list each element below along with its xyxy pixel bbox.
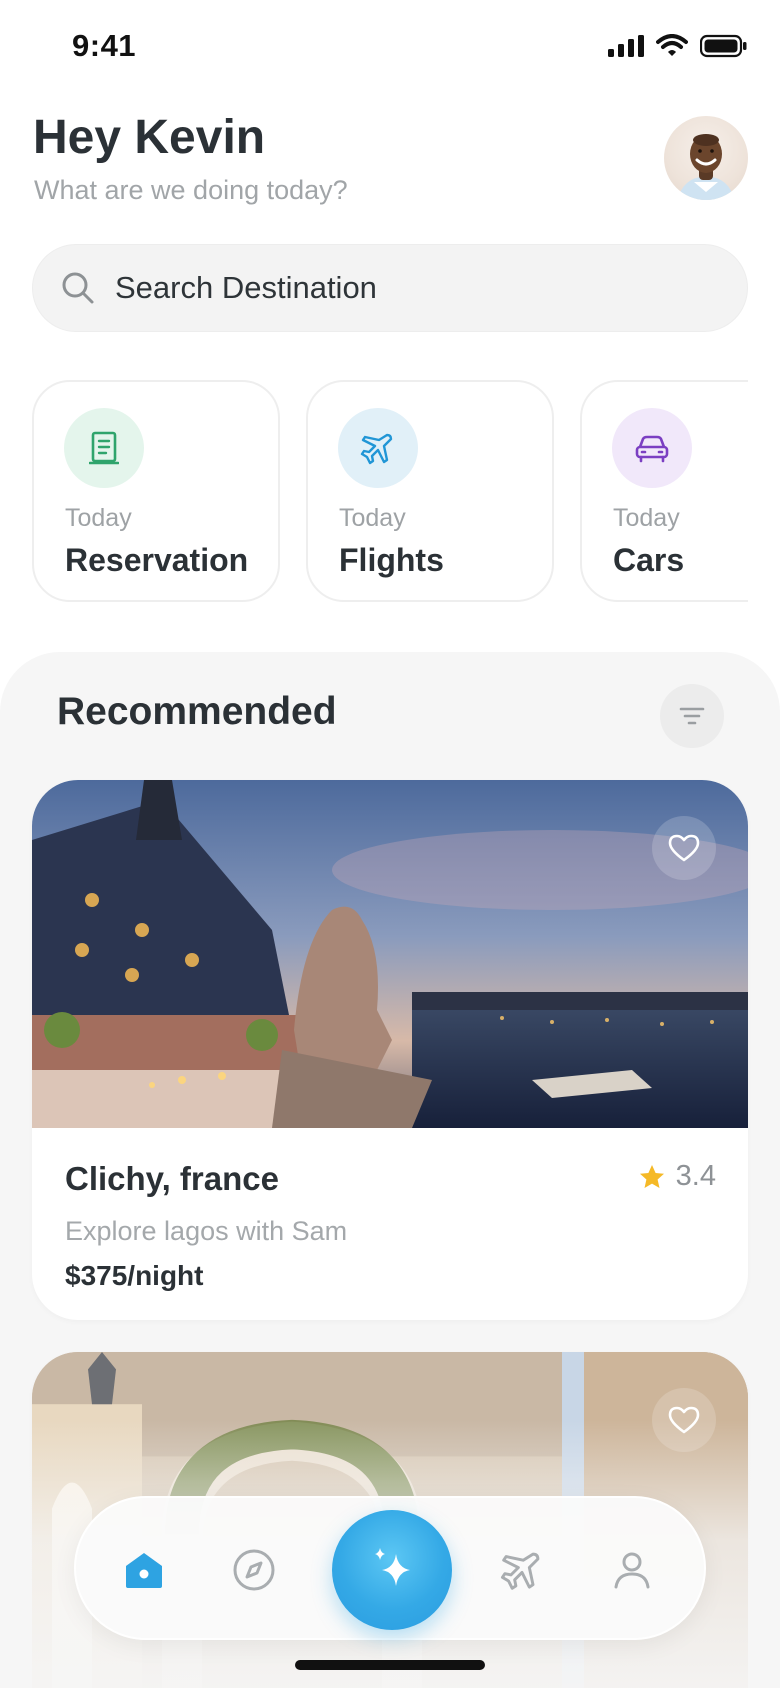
flights-icon-badge bbox=[338, 408, 418, 488]
greeting-title: Hey Kevin bbox=[33, 111, 266, 164]
bottom-nav bbox=[74, 1496, 706, 1640]
nav-explore[interactable] bbox=[226, 1542, 282, 1598]
destination-price: $375/night bbox=[65, 1260, 204, 1291]
category-row[interactable]: Today Reservation Today Flights Today Ca… bbox=[32, 380, 748, 604]
greeting-subtitle: What are we doing today? bbox=[34, 175, 348, 205]
category-label: Reservation bbox=[65, 542, 249, 578]
destination-description: Explore lagos with Sam bbox=[65, 1216, 348, 1246]
compass-icon bbox=[233, 1549, 275, 1591]
category-label: Cars bbox=[613, 542, 685, 578]
status-time: 9:41 bbox=[72, 28, 137, 63]
destination-photo bbox=[32, 780, 748, 1128]
profile-icon bbox=[614, 1552, 650, 1589]
document-icon bbox=[89, 431, 119, 465]
avatar[interactable] bbox=[664, 116, 748, 200]
nav-profile[interactable] bbox=[604, 1542, 660, 1598]
category-when: Today bbox=[339, 504, 406, 532]
reservation-icon-badge bbox=[64, 408, 144, 488]
heart-icon bbox=[668, 834, 700, 862]
home-indicator bbox=[295, 1660, 485, 1670]
category-when: Today bbox=[65, 504, 132, 532]
recommended-title: Recommended bbox=[57, 690, 337, 733]
filter-icon bbox=[679, 707, 705, 725]
plane-icon bbox=[360, 433, 393, 465]
destination-name: Clichy, france bbox=[65, 1160, 279, 1197]
car-icon bbox=[635, 435, 669, 463]
search-bar[interactable]: Search Destination bbox=[32, 244, 748, 332]
favorite-button[interactable] bbox=[652, 816, 716, 880]
nav-ai-button[interactable] bbox=[332, 1510, 452, 1630]
category-label: Flights bbox=[339, 542, 444, 578]
battery-icon bbox=[700, 34, 747, 58]
nav-flights[interactable] bbox=[494, 1542, 550, 1598]
status-bar: 9:41 bbox=[0, 0, 780, 92]
rating-value: 3.4 bbox=[675, 1160, 716, 1192]
category-card-cars[interactable]: Today Cars bbox=[580, 380, 748, 602]
search-input[interactable]: Search Destination bbox=[115, 270, 377, 306]
cars-icon-badge bbox=[612, 408, 692, 488]
signal-icon bbox=[608, 35, 644, 57]
avatar-portrait-icon bbox=[678, 134, 734, 200]
wifi-icon bbox=[656, 34, 688, 56]
status-icons bbox=[608, 34, 748, 58]
category-card-flights[interactable]: Today Flights bbox=[306, 380, 554, 602]
star-icon bbox=[639, 1164, 664, 1188]
search-icon bbox=[62, 272, 94, 304]
destination-card[interactable]: Clichy, france 3.4 Explore lagos with Sa… bbox=[32, 780, 748, 1320]
sparkle-icon bbox=[375, 1548, 410, 1586]
category-when: Today bbox=[613, 504, 680, 532]
plane-icon bbox=[500, 1552, 540, 1590]
destination-rating: 3.4 bbox=[638, 1160, 716, 1193]
filter-button[interactable] bbox=[660, 684, 724, 748]
category-card-reservation[interactable]: Today Reservation bbox=[32, 380, 280, 602]
nav-home[interactable] bbox=[116, 1542, 172, 1598]
home-icon bbox=[126, 1553, 162, 1588]
